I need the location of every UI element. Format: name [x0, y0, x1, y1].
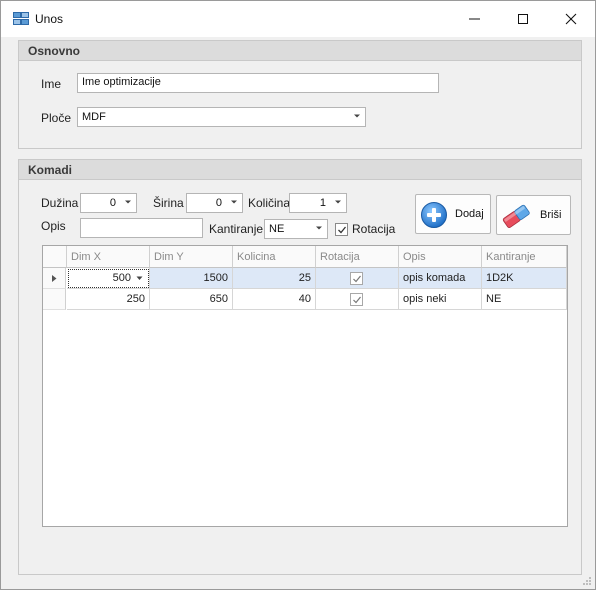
minimize-icon[interactable] [465, 9, 485, 29]
rotacija-label: Rotacija [352, 222, 396, 236]
chevron-down-icon [125, 200, 131, 204]
cell-opis[interactable]: opis neki [399, 289, 482, 310]
chevron-down-icon [354, 114, 360, 118]
eraser-icon [502, 204, 530, 228]
cell-kolicina[interactable]: 40 [233, 289, 316, 310]
cell-kantiranje[interactable]: NE [482, 289, 567, 310]
rotacija-cell-checkbox[interactable] [350, 293, 363, 306]
maximize-icon[interactable] [513, 9, 533, 29]
column-header-dimy[interactable]: Dim Y [150, 246, 233, 268]
cell-dimx[interactable]: 250 [67, 289, 150, 310]
window-title: Unos [35, 12, 64, 26]
cell-kantiranje[interactable]: 1D2K [482, 268, 567, 289]
komadi-grid[interactable]: Dim X Dim Y Kolicina Rotacija Opis Kanti… [42, 245, 568, 527]
checkmark-icon [353, 296, 361, 304]
duzina-spinner[interactable]: 0 [80, 193, 137, 213]
chevron-down-icon [316, 226, 322, 230]
rotacija-checkbox[interactable] [335, 223, 348, 236]
column-header-opis[interactable]: Opis [399, 246, 482, 268]
komadi-header: Komadi [19, 160, 581, 180]
cell-kolicina[interactable]: 25 [233, 268, 316, 289]
kantiranje-select[interactable]: NE [264, 219, 328, 239]
checkmark-icon [338, 226, 347, 234]
brisi-label: Briši [540, 209, 562, 221]
kolicina-value: 1 [319, 197, 326, 209]
cell-dimx-value: 500 [112, 272, 131, 284]
chevron-down-icon[interactable] [136, 276, 143, 281]
column-header-rotacija[interactable]: Rotacija [316, 246, 399, 268]
checkmark-icon [353, 275, 361, 283]
resize-grip-icon[interactable] [582, 576, 592, 586]
osnovno-header: Osnovno [19, 41, 581, 61]
sirina-value: 0 [215, 197, 222, 209]
cell-dimx[interactable]: 500 [67, 268, 150, 289]
cell-rotacija[interactable] [316, 289, 399, 310]
row-indicator[interactable] [43, 289, 66, 310]
chevron-down-icon [335, 200, 341, 204]
rotacija-cell-checkbox[interactable] [350, 272, 363, 285]
ploce-value: MDF [82, 111, 106, 123]
unos-window: Unos Osnovno Ime Ime optimizacije Ploče … [0, 0, 596, 590]
dodaj-label: Dodaj [455, 208, 484, 220]
grid-header: Dim X Dim Y Kolicina Rotacija Opis Kanti… [43, 246, 567, 268]
column-header-dimx[interactable]: Dim X [67, 246, 150, 268]
sirina-spinner[interactable]: 0 [186, 193, 243, 213]
opis-input[interactable] [80, 218, 203, 238]
close-icon[interactable] [561, 9, 581, 29]
sirina-label: Širina [153, 196, 184, 210]
ploce-label: Ploče [41, 111, 72, 125]
duzina-label: Dužina [41, 196, 79, 210]
osnovno-group: Osnovno Ime Ime optimizacije Ploče MDF [18, 40, 582, 149]
brisi-button[interactable]: Briši [496, 195, 571, 235]
kolicina-label: Količina [248, 196, 291, 210]
dodaj-button[interactable]: Dodaj [415, 194, 491, 234]
ploce-select[interactable]: MDF [77, 107, 366, 127]
kantiranje-label: Kantiranje [209, 222, 264, 236]
ime-input[interactable]: Ime optimizacije [77, 73, 439, 93]
row-indicator[interactable] [43, 268, 66, 289]
column-header-kolicina[interactable]: Kolicina [233, 246, 316, 268]
kantiranje-value: NE [269, 223, 285, 235]
cell-dimy[interactable]: 1500 [150, 268, 233, 289]
current-row-arrow-icon [52, 275, 57, 282]
cell-opis[interactable]: opis komada [399, 268, 482, 289]
cell-dimy[interactable]: 650 [150, 289, 233, 310]
kolicina-spinner[interactable]: 1 [289, 193, 347, 213]
plus-circle-icon [421, 202, 447, 228]
cell-rotacija[interactable] [316, 268, 399, 289]
column-header-kantiranje[interactable]: Kantiranje [482, 246, 567, 268]
duzina-value: 0 [109, 197, 116, 209]
row-header-corner [43, 246, 67, 268]
chevron-down-icon [231, 200, 237, 204]
opis-label: Opis [41, 219, 66, 233]
grid-form-icon [13, 12, 29, 25]
ime-label: Ime [41, 77, 62, 91]
title-bar[interactable]: Unos [1, 1, 595, 37]
